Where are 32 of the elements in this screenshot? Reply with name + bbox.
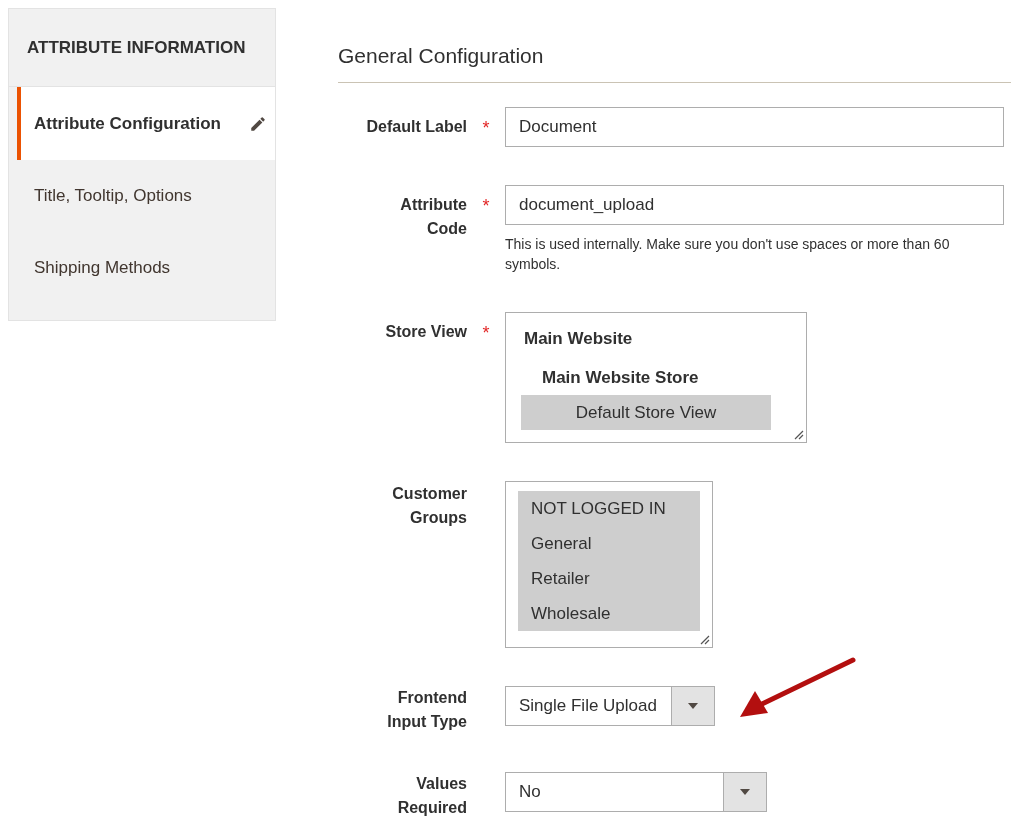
section-title: General Configuration [338, 44, 1011, 83]
customer-group-option[interactable]: NOT LOGGED IN [518, 491, 700, 526]
store-group-label: Main Website Store [541, 367, 700, 389]
store-view-multiselect[interactable]: Main Website Main Website Store Default Store View [505, 312, 807, 443]
field-label: Store View [384, 322, 467, 342]
field-label: Customer Groups [391, 484, 467, 528]
sidebar-item[interactable]: Shipping Methods [17, 232, 275, 304]
text-input[interactable]: document_upload [505, 185, 1004, 225]
resize-grip-icon[interactable] [698, 633, 710, 645]
caret-down-icon [739, 788, 751, 796]
field-label: Frontend Input Type [386, 688, 467, 732]
customer-group-option[interactable]: Wholesale [518, 596, 700, 631]
field-note: This is used internally. Make sure you don't use spaces or more than 60 symbols. [505, 235, 951, 274]
sidebar-item[interactable]: Title, Tooltip, Options [17, 160, 275, 232]
store-group-label: Main Website [523, 328, 634, 350]
text-input[interactable]: Document [505, 107, 1004, 147]
customer-group-option[interactable]: General [518, 526, 700, 561]
dropdown-select[interactable]: Single File Upload [505, 686, 715, 726]
field-label: Attribute Code [399, 195, 467, 239]
customer-groups-multiselect[interactable]: NOT LOGGED IN General Retailer Wholesale [505, 481, 713, 648]
required-asterisk: * [482, 195, 490, 216]
sidebar-item[interactable]: Attribute Configuration [17, 87, 275, 160]
store-view-option[interactable]: Default Store View [521, 395, 771, 430]
required-asterisk: * [482, 322, 490, 343]
customer-group-option[interactable]: Retailer [518, 561, 700, 596]
resize-grip-icon[interactable] [792, 428, 804, 440]
dropdown-select[interactable]: No [505, 772, 767, 812]
pencil-icon [249, 114, 267, 133]
required-asterisk: * [482, 117, 490, 138]
field-label: Default Label [365, 117, 467, 137]
caret-down-icon [686, 702, 699, 710]
field-label: Values Required [396, 774, 467, 818]
